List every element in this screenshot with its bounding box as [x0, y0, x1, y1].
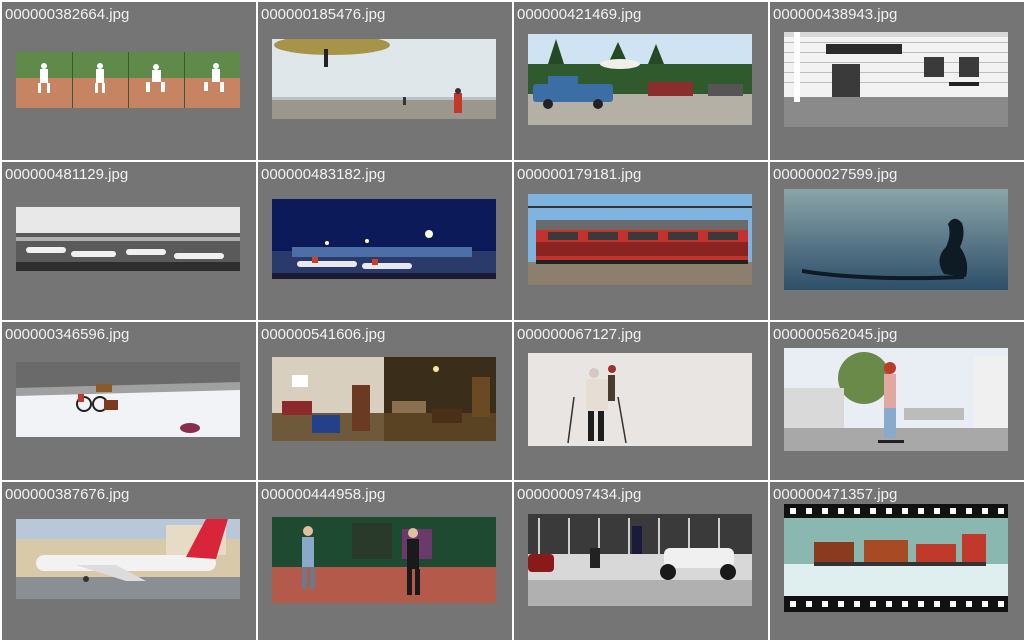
filename-label: 000000481129.jpg — [5, 166, 129, 183]
filename-label: 000000444958.jpg — [261, 486, 386, 503]
filename-label: 000000421469.jpg — [517, 6, 642, 23]
image-tile[interactable]: 000000483182.jpg — [258, 162, 512, 320]
toy-train-film-image — [784, 504, 1008, 612]
police-motorcycle-image — [528, 514, 752, 606]
image-tile[interactable]: 000000481129.jpg — [2, 162, 256, 320]
image-tile[interactable]: 000000562045.jpg — [770, 322, 1024, 480]
filename-label: 000000097434.jpg — [517, 486, 642, 503]
kids-tennis-image — [272, 517, 496, 603]
filename-label: 000000387676.jpg — [5, 486, 130, 503]
airport-planes-bw-image — [16, 207, 240, 271]
filename-label: 000000562045.jpg — [773, 326, 898, 343]
red-tail-airplane-image — [16, 519, 240, 599]
skateboarder-image — [784, 348, 1008, 451]
airport-night-image — [272, 199, 496, 279]
image-tile[interactable]: 000000471357.jpg — [770, 482, 1024, 640]
filename-label: 000000179181.jpg — [517, 166, 642, 183]
surfer-silhouette-image — [784, 189, 1008, 290]
filename-label: 000000471357.jpg — [773, 486, 898, 503]
image-tile[interactable]: 000000346596.jpg — [2, 322, 256, 480]
filename-label: 000000382664.jpg — [5, 6, 130, 23]
filename-label: 000000483182.jpg — [261, 166, 386, 183]
image-tile[interactable]: 000000541606.jpg — [258, 322, 512, 480]
image-tile[interactable]: 000000067127.jpg — [514, 322, 768, 480]
snow-bicycle-image — [16, 362, 240, 437]
image-tile[interactable]: 000000179181.jpg — [514, 162, 768, 320]
image-tile[interactable]: 000000097434.jpg — [514, 482, 768, 640]
living-room-image — [272, 357, 496, 441]
image-tile[interactable]: 000000438943.jpg — [770, 2, 1024, 160]
filename-label: 000000541606.jpg — [261, 326, 386, 343]
image-tile[interactable]: 000000027599.jpg — [770, 162, 1024, 320]
baseball-pitcher-sequence-image — [16, 52, 240, 108]
skier-image — [528, 353, 752, 446]
filename-label: 000000185476.jpg — [261, 6, 386, 23]
library-building-image — [784, 32, 1008, 127]
filename-label: 000000346596.jpg — [5, 326, 130, 343]
image-tile[interactable]: 000000382664.jpg — [2, 2, 256, 160]
image-tile[interactable]: 000000387676.jpg — [2, 482, 256, 640]
filename-label: 000000438943.jpg — [773, 6, 898, 23]
image-tile[interactable]: 000000185476.jpg — [258, 2, 512, 160]
red-train-image — [528, 194, 752, 285]
filename-label: 000000067127.jpg — [517, 326, 642, 343]
image-tile[interactable]: 000000421469.jpg — [514, 2, 768, 160]
parked-trucks-image — [528, 34, 752, 125]
filename-label: 000000027599.jpg — [773, 166, 898, 183]
beach-kite-image — [272, 39, 496, 119]
image-tile[interactable]: 000000444958.jpg — [258, 482, 512, 640]
image-grid: 000000382664.jpg 000000185476.jpg 000000… — [0, 0, 1024, 640]
